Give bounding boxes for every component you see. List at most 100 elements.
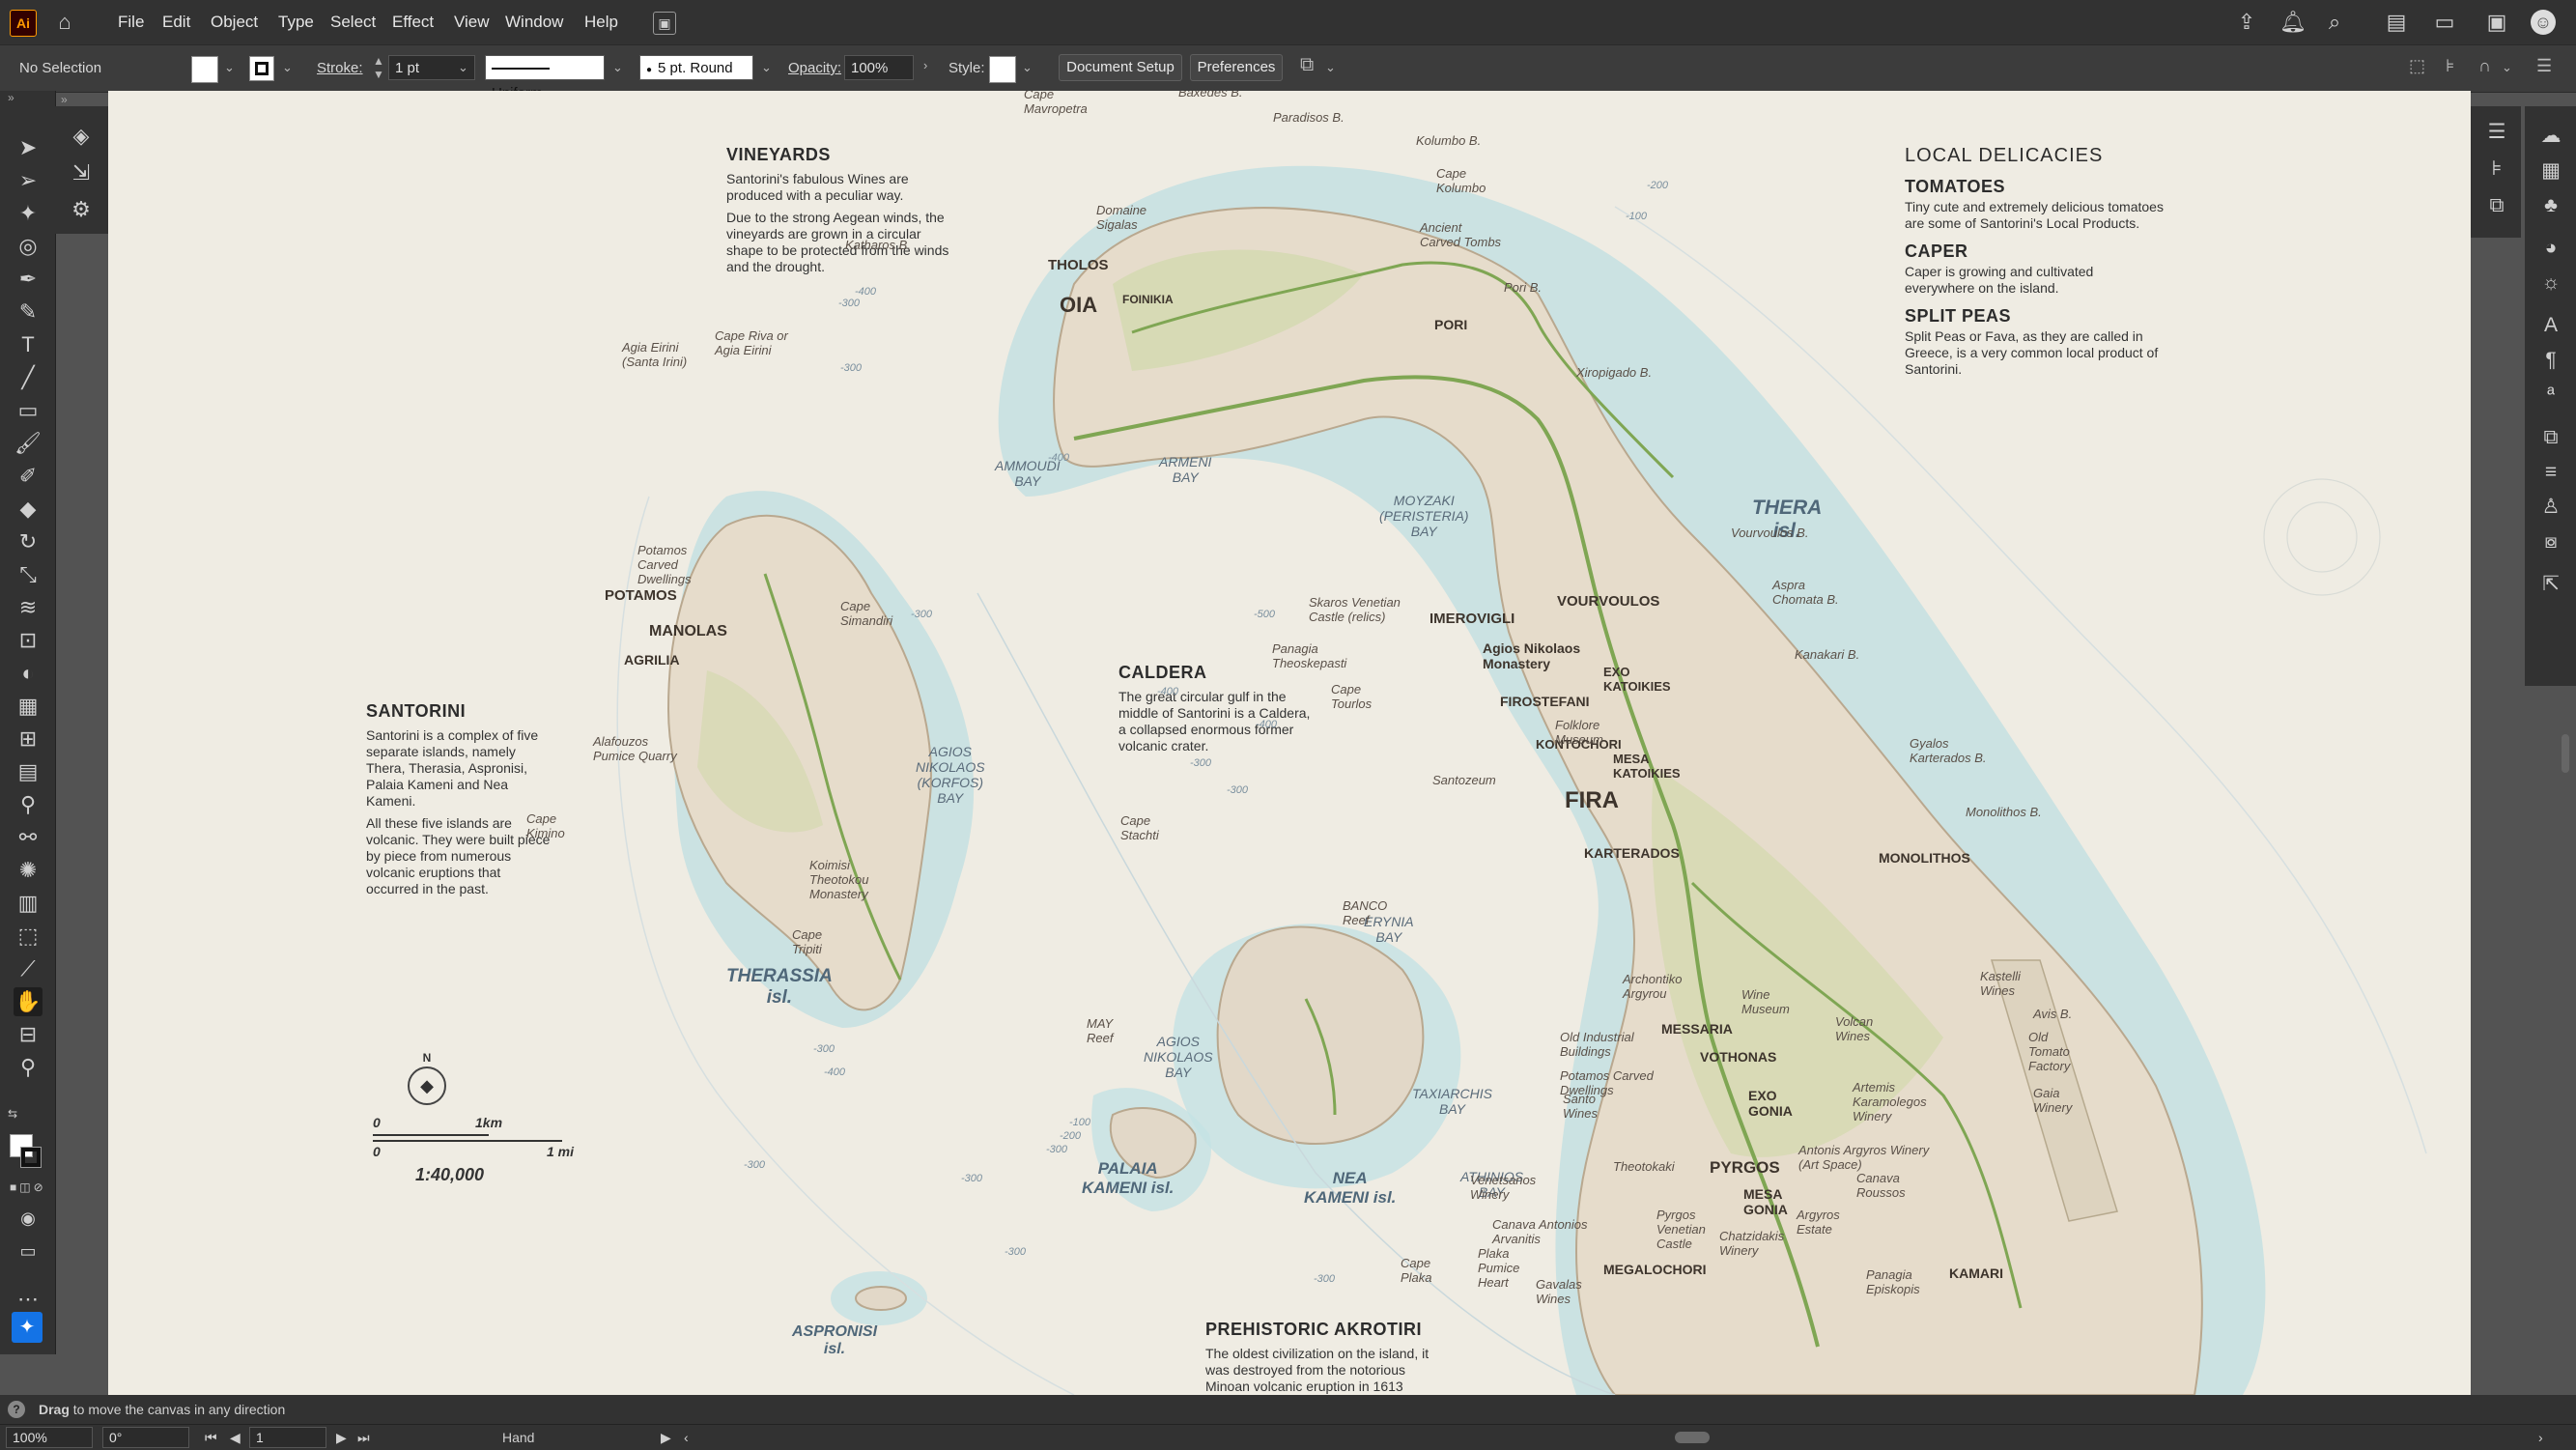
zoom-tool-icon[interactable]: ⚲ xyxy=(14,1053,42,1082)
character-icon[interactable]: A xyxy=(2536,311,2565,340)
slice-tool-icon[interactable]: ⟋ xyxy=(14,954,42,983)
paragraph-icon[interactable]: ¶ xyxy=(2536,346,2565,375)
panel-menu-icon[interactable]: ☰ xyxy=(2536,56,2552,76)
paintbrush-tool-icon[interactable]: 🖌︎ xyxy=(14,429,42,458)
print-tiling-tool-icon[interactable]: ⊟ xyxy=(14,1020,42,1049)
color-icon[interactable]: ◕ xyxy=(2536,234,2565,263)
artboard-canvas[interactable]: VINEYARDS Santorini's fabulous Wines are… xyxy=(108,91,2471,1395)
curvature-tool-icon[interactable]: ✎ xyxy=(14,298,42,327)
stroke-panel-icon[interactable]: ≡ xyxy=(2536,458,2565,487)
horizontal-scrollbar[interactable] xyxy=(1675,1432,1710,1443)
eyedropper-tool-icon[interactable]: ⚲ xyxy=(14,790,42,819)
chevron-down-icon[interactable]: ⌄ xyxy=(612,60,623,75)
scale-tool-icon[interactable]: ⤡ xyxy=(14,560,42,589)
menu-help[interactable]: Help xyxy=(584,0,618,44)
screen-mode-icon[interactable]: ▭ xyxy=(14,1237,42,1265)
vertical-scrollbar[interactable] xyxy=(2562,734,2569,773)
first-artboard-icon[interactable]: ⏮ xyxy=(205,1425,217,1450)
collapse-icon[interactable]: » xyxy=(61,93,68,106)
notifications-icon[interactable]: 🔔︎ xyxy=(2279,10,2307,35)
free-transform-tool-icon[interactable]: ⊡ xyxy=(14,626,42,655)
draw-mode-icon[interactable]: ◉ xyxy=(14,1204,42,1233)
menu-effect[interactable]: Effect xyxy=(392,0,434,44)
swatches-icon[interactable]: ▦ xyxy=(2536,156,2565,185)
libraries-icon[interactable]: ☁ xyxy=(2536,122,2565,151)
arrange-documents-icon[interactable]: ▣ xyxy=(653,12,676,35)
artboard-number-field[interactable]: 1 xyxy=(249,1427,326,1448)
chevron-down-icon[interactable]: ⌄ xyxy=(282,60,293,75)
color-mode-icons[interactable]: ■◫⊘ xyxy=(10,1180,46,1194)
menu-window[interactable]: Window xyxy=(505,0,563,44)
menu-select[interactable]: Select xyxy=(330,0,376,44)
shaper-tool-icon[interactable]: ✐ xyxy=(14,462,42,491)
menu-object[interactable]: Object xyxy=(211,0,258,44)
chevron-down-icon[interactable]: ⌄ xyxy=(2502,60,2512,75)
panel-toggle-icon[interactable]: ▭ xyxy=(2432,10,2457,35)
links-icon[interactable]: ⧇ xyxy=(2536,527,2565,556)
scroll-left-icon[interactable]: ‹ xyxy=(684,1425,689,1450)
chevron-down-icon[interactable]: ⌄ xyxy=(1325,60,1336,75)
brush-definition[interactable]: ● 5 pt. Round xyxy=(639,55,753,80)
stroke-swatch[interactable] xyxy=(249,56,274,81)
graphic-style-swatch[interactable] xyxy=(989,56,1016,83)
align-icon[interactable]: ⊧ xyxy=(2446,56,2454,76)
menu-type[interactable]: Type xyxy=(278,0,314,44)
document-setup-button[interactable]: Document Setup xyxy=(1059,54,1182,81)
symbols-icon[interactable]: ♣ xyxy=(2536,191,2565,220)
shape-builder-tool-icon[interactable]: ◐ xyxy=(14,659,42,688)
layers-icon[interactable]: ◈ xyxy=(67,122,96,151)
chevron-down-icon[interactable]: ⌄ xyxy=(761,60,772,75)
user-avatar-icon[interactable]: ☺ xyxy=(2531,10,2556,35)
pathfinder-icon[interactable]: ⧉ xyxy=(2482,191,2511,220)
previous-artboard-icon[interactable]: ◀ xyxy=(230,1425,241,1450)
transform-icon[interactable]: ⬚ xyxy=(2409,56,2425,76)
eraser-tool-icon[interactable]: ◆ xyxy=(14,495,42,524)
path-icon[interactable]: ∩ xyxy=(2478,56,2491,76)
edit-toolbar-icon[interactable]: ✦ xyxy=(12,1312,42,1343)
fill-swatch[interactable] xyxy=(191,56,218,83)
last-artboard-icon[interactable]: ⏭ xyxy=(357,1425,370,1450)
align-panel-icon[interactable]: ⊧ xyxy=(2482,155,2511,184)
menu-file[interactable]: File xyxy=(118,0,144,44)
export-icon[interactable]: ⇱ xyxy=(2536,570,2565,599)
perspective-grid-tool-icon[interactable]: ▦ xyxy=(14,692,42,721)
chevron-down-icon[interactable]: ⌄ xyxy=(1022,60,1033,75)
selection-tool-icon[interactable]: ➤ xyxy=(14,133,42,162)
workspace-icon[interactable]: ▤ xyxy=(2384,10,2409,35)
chevron-down-icon[interactable]: ⌄ xyxy=(224,60,235,75)
transform-panel-icon[interactable]: ⧉ xyxy=(2536,423,2565,452)
asset-export-icon[interactable]: ⇲ xyxy=(67,158,96,187)
menu-edit[interactable]: Edit xyxy=(162,0,190,44)
status-menu-icon[interactable]: ▶ xyxy=(661,1425,671,1450)
stroke-color-icon[interactable] xyxy=(20,1147,42,1168)
gradient-tool-icon[interactable]: ▤ xyxy=(14,757,42,786)
swap-colors-icon[interactable]: ⇆ xyxy=(8,1107,17,1121)
rotation-field[interactable]: 0° xyxy=(102,1427,189,1448)
share-icon[interactable]: ⇪ xyxy=(2234,10,2259,35)
mesh-tool-icon[interactable]: ⊞ xyxy=(14,725,42,753)
lasso-tool-icon[interactable]: ◎ xyxy=(14,232,42,261)
help-icon[interactable]: ? xyxy=(8,1401,25,1418)
cloud-docs-icon[interactable]: ▣ xyxy=(2484,10,2509,35)
warp-tool-icon[interactable]: ≋ xyxy=(14,593,42,622)
blend-tool-icon[interactable]: ⚯ xyxy=(14,823,42,852)
opacity-field[interactable]: 100% xyxy=(844,55,914,80)
stroke-stepper-icon[interactable]: ▲ ▼ xyxy=(373,54,384,81)
line-tool-icon[interactable]: ╱ xyxy=(14,363,42,392)
artboard-tool-icon[interactable]: ⬚ xyxy=(14,922,42,951)
home-icon[interactable]: ⌂ xyxy=(52,10,77,35)
glyphs-icon[interactable]: ª xyxy=(2536,381,2565,410)
more-tools-icon[interactable]: ⋯ xyxy=(14,1285,42,1314)
symbol-sprayer-tool-icon[interactable]: ✺ xyxy=(14,856,42,885)
pen-tool-icon[interactable]: ✒ xyxy=(14,265,42,294)
appearance-icon[interactable]: ☼ xyxy=(2536,269,2565,298)
scroll-right-icon[interactable]: › xyxy=(2538,1425,2543,1450)
collapse-icon[interactable]: » xyxy=(8,91,14,104)
magic-wand-tool-icon[interactable]: ✦ xyxy=(14,199,42,228)
properties-gear-icon[interactable]: ⚙ xyxy=(67,195,96,224)
zoom-field[interactable]: 100% xyxy=(6,1427,93,1448)
column-graph-tool-icon[interactable]: ▥ xyxy=(14,889,42,918)
chevron-down-icon[interactable]: ⌄ xyxy=(458,60,468,75)
properties-icon[interactable]: ☰ xyxy=(2482,118,2511,147)
app-logo[interactable]: Ai xyxy=(10,10,37,37)
